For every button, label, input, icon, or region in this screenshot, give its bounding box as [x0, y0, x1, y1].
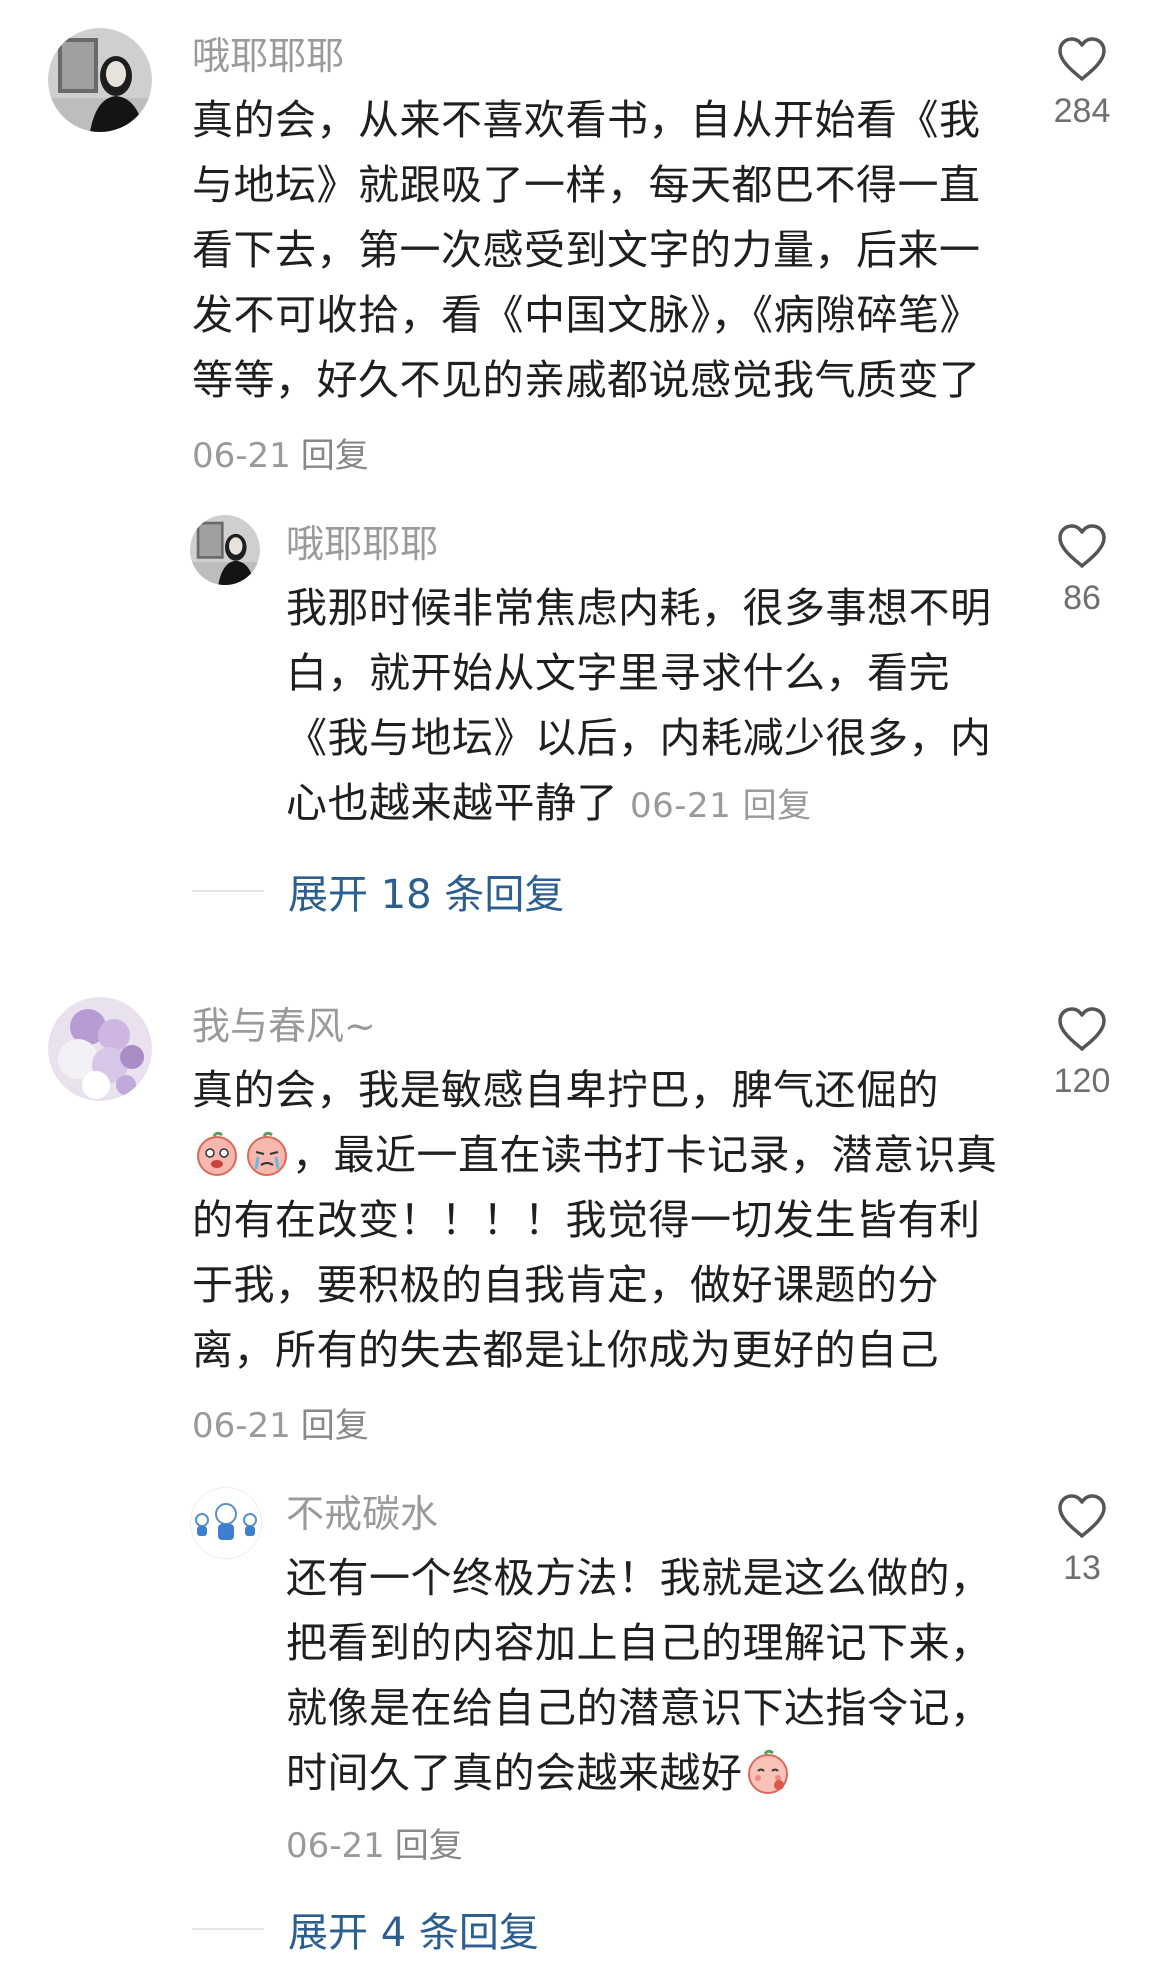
reply-button[interactable]: 回复 — [301, 436, 369, 476]
heart-icon — [1058, 1494, 1106, 1538]
heart-icon — [1058, 37, 1106, 81]
like-count: 13 — [1063, 1549, 1101, 1587]
like-button[interactable]: 120 — [1037, 1006, 1127, 1101]
expand-replies-label[interactable]: 展开 18 条回复 — [288, 862, 564, 920]
expand-replies-button[interactable]: 展开 4 条回复 — [192, 1900, 539, 1958]
comment-text-part: ，最近一直在读书打卡记录，潜意识真的有在改变！！！！我觉得一切发生皆有利于我，要… — [192, 1131, 998, 1374]
divider — [192, 890, 264, 892]
comment-username[interactable]: 我与春风~ — [192, 1002, 376, 1050]
expand-replies-button[interactable]: 展开 18 条回复 — [192, 862, 564, 920]
reply-text: 还有一个终极方法！我就是这么做的，把看到的内容加上自己的理解记下来，就像是在给自… — [286, 1546, 1006, 1806]
reply-text-body: 还有一个终极方法！我就是这么做的，把看到的内容加上自己的理解记下来，就像是在给自… — [286, 1554, 992, 1797]
sobbing-peach-emoji-icon — [247, 1131, 287, 1176]
comment-text: 真的会，我是敏感自卑拧巴，脾气还倔的 ，最近一直在读书打卡记录，潜意识真的有在改… — [192, 1058, 1002, 1383]
like-button[interactable]: 13 — [1037, 1493, 1127, 1588]
like-button[interactable]: 86 — [1037, 523, 1127, 618]
cartoon-figures-avatar-icon — [191, 1488, 261, 1558]
portrait-photo-avatar-icon — [190, 515, 260, 585]
comment-date: 06-21 — [192, 436, 291, 476]
reply-date: 06-21 — [630, 786, 732, 826]
heart-icon — [1058, 524, 1106, 568]
reply-avatar[interactable] — [190, 1487, 262, 1559]
portrait-photo-avatar-icon — [48, 28, 152, 132]
reply-button[interactable]: 回复 — [743, 786, 812, 826]
like-button[interactable]: 284 — [1037, 36, 1127, 131]
reply-username[interactable]: 哦耶耶耶 — [286, 520, 438, 568]
reply-button[interactable]: 回复 — [301, 1406, 369, 1446]
comment-username[interactable]: 哦耶耶耶 — [192, 32, 344, 80]
flower-bouquet-avatar-icon — [48, 997, 152, 1101]
crying-peach-emoji-icon — [197, 1131, 237, 1176]
avatar[interactable] — [48, 28, 152, 132]
comment-meta: 06-21 回复 — [192, 428, 369, 477]
comment-date: 06-21 — [192, 1406, 291, 1446]
avatar[interactable] — [48, 997, 152, 1101]
divider — [192, 1928, 264, 1930]
comment-meta: 06-21 回复 — [192, 1398, 369, 1447]
reply-date: 06-21 — [286, 1826, 385, 1866]
reply-button[interactable]: 回复 — [395, 1826, 463, 1866]
like-count: 284 — [1053, 92, 1111, 130]
comment-text-part: 真的会，我是敏感自卑拧巴，脾气还倔的 — [192, 1066, 939, 1114]
comment-text: 真的会，从来不喜欢看书，自从开始看《我与地坛》就跟吸了一样，每天都巴不得一直看下… — [192, 96, 981, 404]
reply-text: 我那时候非常焦虑内耗，很多事想不明白，就开始从文字里寻求什么，看完《我与地坛》以… — [286, 576, 1006, 839]
like-count: 86 — [1063, 579, 1101, 617]
heart-icon — [1058, 1007, 1106, 1051]
reply-meta: 06-21 回复 — [286, 1818, 463, 1867]
reply-meta: 06-21 回复 — [630, 786, 812, 826]
expand-replies-label[interactable]: 展开 4 条回复 — [288, 1900, 539, 1958]
reply-username[interactable]: 不戒碳水 — [286, 1490, 438, 1538]
like-count: 120 — [1053, 1062, 1111, 1100]
reply-avatar[interactable] — [190, 515, 260, 585]
shy-peach-emoji-icon — [747, 1749, 788, 1794]
